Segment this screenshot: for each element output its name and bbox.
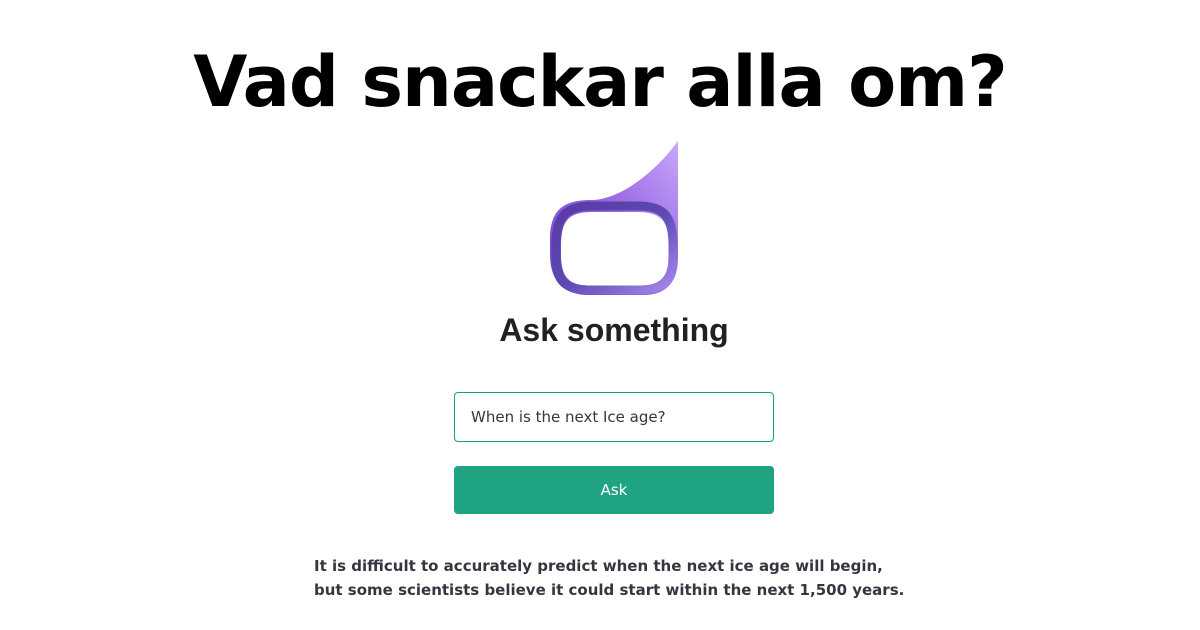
speech-bubble-icon (549, 140, 681, 300)
ask-title: Ask something (499, 312, 729, 348)
ask-button[interactable]: Ask (454, 466, 774, 514)
answer-text: It is difficult to accurately predict wh… (314, 557, 905, 599)
logo-graphic (550, 141, 678, 295)
question-input[interactable] (454, 392, 774, 442)
page: Vad snackar alla om? Ask something When … (0, 0, 1200, 630)
headline: Vad snackar alla om? (193, 41, 1007, 123)
